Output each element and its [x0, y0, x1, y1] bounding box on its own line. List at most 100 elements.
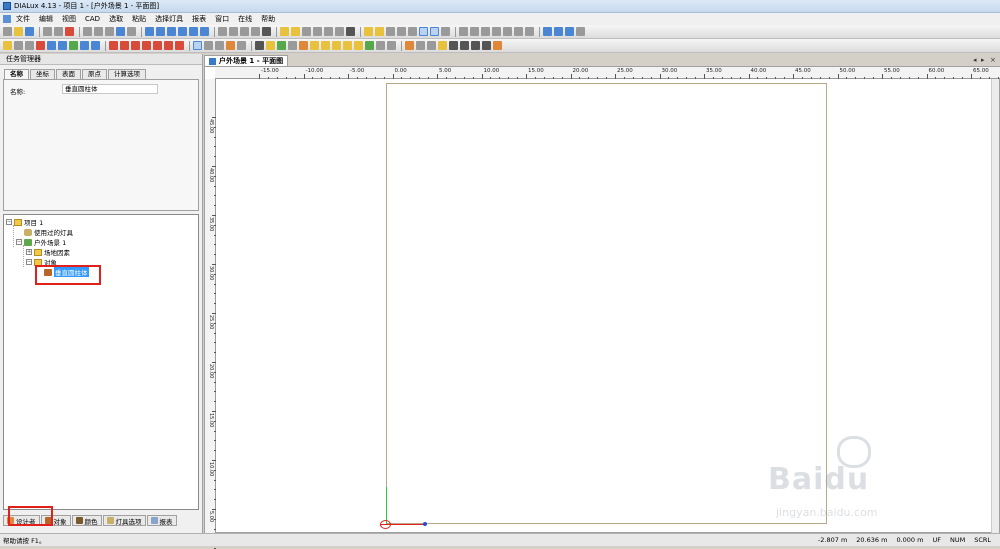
check-icon[interactable] — [324, 27, 333, 36]
menu-paste[interactable]: 粘贴 — [132, 14, 146, 24]
tab-surfaces[interactable]: 表面 — [56, 69, 81, 79]
tree-icon[interactable] — [277, 41, 286, 50]
settings-icon[interactable] — [525, 27, 534, 36]
menu-online[interactable]: 在线 — [238, 14, 252, 24]
zoom-in-icon[interactable] — [204, 41, 213, 50]
output-icon[interactable] — [313, 27, 322, 36]
print-preview-icon[interactable] — [54, 27, 63, 36]
rotate-icon[interactable] — [240, 27, 249, 36]
tab-colors[interactable]: 颜色 — [71, 515, 102, 526]
document-tab[interactable]: 户外场景 1 - 平面图 — [204, 55, 289, 66]
tree-item-scene[interactable]: − 户外场景 1 — [16, 237, 66, 247]
sphere-icon[interactable] — [321, 41, 330, 50]
tab-scroll-left-icon[interactable]: ◂ — [973, 56, 977, 64]
menu-help[interactable]: 帮助 — [261, 14, 275, 24]
refresh-icon[interactable] — [237, 41, 246, 50]
insert-icon[interactable] — [25, 41, 34, 50]
window-split-icon[interactable] — [565, 27, 574, 36]
zoom-icon[interactable] — [218, 27, 227, 36]
material-icon[interactable] — [493, 41, 502, 50]
draw-line-icon[interactable] — [109, 41, 118, 50]
layers-icon[interactable] — [441, 27, 450, 36]
origin-marker[interactable] — [380, 520, 391, 529]
draw-icon[interactable] — [346, 27, 355, 36]
name-field[interactable]: 垂直圆柱体 — [62, 84, 158, 94]
glare-icon[interactable] — [427, 41, 436, 50]
fit-icon[interactable] — [226, 41, 235, 50]
view-back-icon[interactable] — [189, 27, 198, 36]
hole-icon[interactable] — [387, 41, 396, 50]
view-side-icon[interactable] — [167, 27, 176, 36]
car-icon[interactable] — [288, 41, 297, 50]
draw-rect-icon[interactable] — [142, 41, 151, 50]
collapse-icon[interactable]: − — [26, 259, 32, 265]
menu-edit[interactable]: 编辑 — [39, 14, 53, 24]
luminaire-group-icon[interactable] — [291, 27, 300, 36]
view-plan-icon[interactable] — [156, 27, 165, 36]
object-edit-icon[interactable] — [408, 27, 417, 36]
draw-polygon-icon[interactable] — [131, 41, 140, 50]
view-3d-icon[interactable] — [145, 27, 154, 36]
tab-calc-options[interactable]: 计算选项 — [108, 69, 146, 79]
tab-origin[interactable]: 原点 — [82, 69, 107, 79]
calculate-icon[interactable] — [302, 27, 311, 36]
cone-icon[interactable] — [332, 41, 341, 50]
new-icon[interactable] — [3, 27, 12, 36]
menu-select-luminaire[interactable]: 选择灯具 — [155, 14, 183, 24]
prism-icon[interactable] — [343, 41, 352, 50]
pan-icon[interactable] — [229, 27, 238, 36]
pdf-icon[interactable] — [65, 27, 74, 36]
print-icon[interactable] — [43, 27, 52, 36]
measure-icon[interactable] — [47, 41, 56, 50]
target-icon[interactable] — [482, 41, 491, 50]
mark-icon[interactable] — [36, 41, 45, 50]
cut-icon[interactable] — [83, 27, 92, 36]
menu-cad[interactable]: CAD — [85, 15, 100, 23]
menu-window[interactable]: 窗口 — [215, 14, 229, 24]
tab-luminaire-options[interactable]: 灯具选项 — [102, 515, 146, 526]
tree-item-project[interactable]: − 项目 1 — [6, 217, 43, 227]
outdoor-scene-boundary[interactable] — [386, 83, 827, 524]
close-icon[interactable]: × — [990, 56, 996, 64]
extrude-icon[interactable] — [376, 41, 385, 50]
cylinder-icon[interactable] — [310, 41, 319, 50]
tree-item-used-luminaires[interactable]: 使用过的灯具 — [24, 227, 73, 237]
terrain-icon[interactable] — [365, 41, 374, 50]
collapse-icon[interactable]: − — [16, 239, 22, 245]
menu-view[interactable]: 视图 — [62, 14, 76, 24]
object-icon[interactable] — [364, 27, 373, 36]
render-icon[interactable] — [262, 27, 271, 36]
window-tile-icon[interactable] — [543, 27, 552, 36]
tab-scroll-right-icon[interactable]: ▸ — [981, 56, 985, 64]
tab-name[interactable]: 名称 — [4, 69, 29, 79]
luminaire-icon[interactable] — [280, 27, 289, 36]
roof-icon[interactable] — [354, 41, 363, 50]
dxf-icon[interactable] — [514, 27, 523, 36]
axis-handle[interactable] — [423, 522, 427, 526]
light-scene-icon[interactable] — [438, 41, 447, 50]
grid-toggle-icon[interactable] — [419, 27, 428, 36]
import-icon[interactable] — [492, 27, 501, 36]
vertical-scrollbar[interactable] — [991, 79, 999, 534]
line-tool-icon[interactable] — [449, 41, 458, 50]
select-area-icon[interactable] — [14, 41, 23, 50]
draw-circle-icon[interactable] — [153, 41, 162, 50]
window-cascade-icon[interactable] — [554, 27, 563, 36]
redo-icon[interactable] — [127, 27, 136, 36]
draw-ellipse-icon[interactable] — [164, 41, 173, 50]
collapse-icon[interactable]: − — [6, 219, 12, 225]
zoom-out-icon[interactable] — [215, 41, 224, 50]
calc-grid-icon[interactable] — [405, 41, 414, 50]
menu-select[interactable]: 选取 — [109, 14, 123, 24]
menu-file[interactable]: 文件 — [16, 14, 30, 24]
texture-icon[interactable] — [266, 41, 275, 50]
polyline-tool-icon[interactable] — [471, 41, 480, 50]
save-icon[interactable] — [25, 27, 34, 36]
draw-arc-icon[interactable] — [120, 41, 129, 50]
view-left-icon[interactable] — [200, 27, 209, 36]
snap-toggle-icon[interactable] — [430, 27, 439, 36]
window-close-icon[interactable] — [576, 27, 585, 36]
calc-point-icon[interactable] — [416, 41, 425, 50]
undo-icon[interactable] — [116, 27, 125, 36]
pin-icon[interactable] — [69, 41, 78, 50]
